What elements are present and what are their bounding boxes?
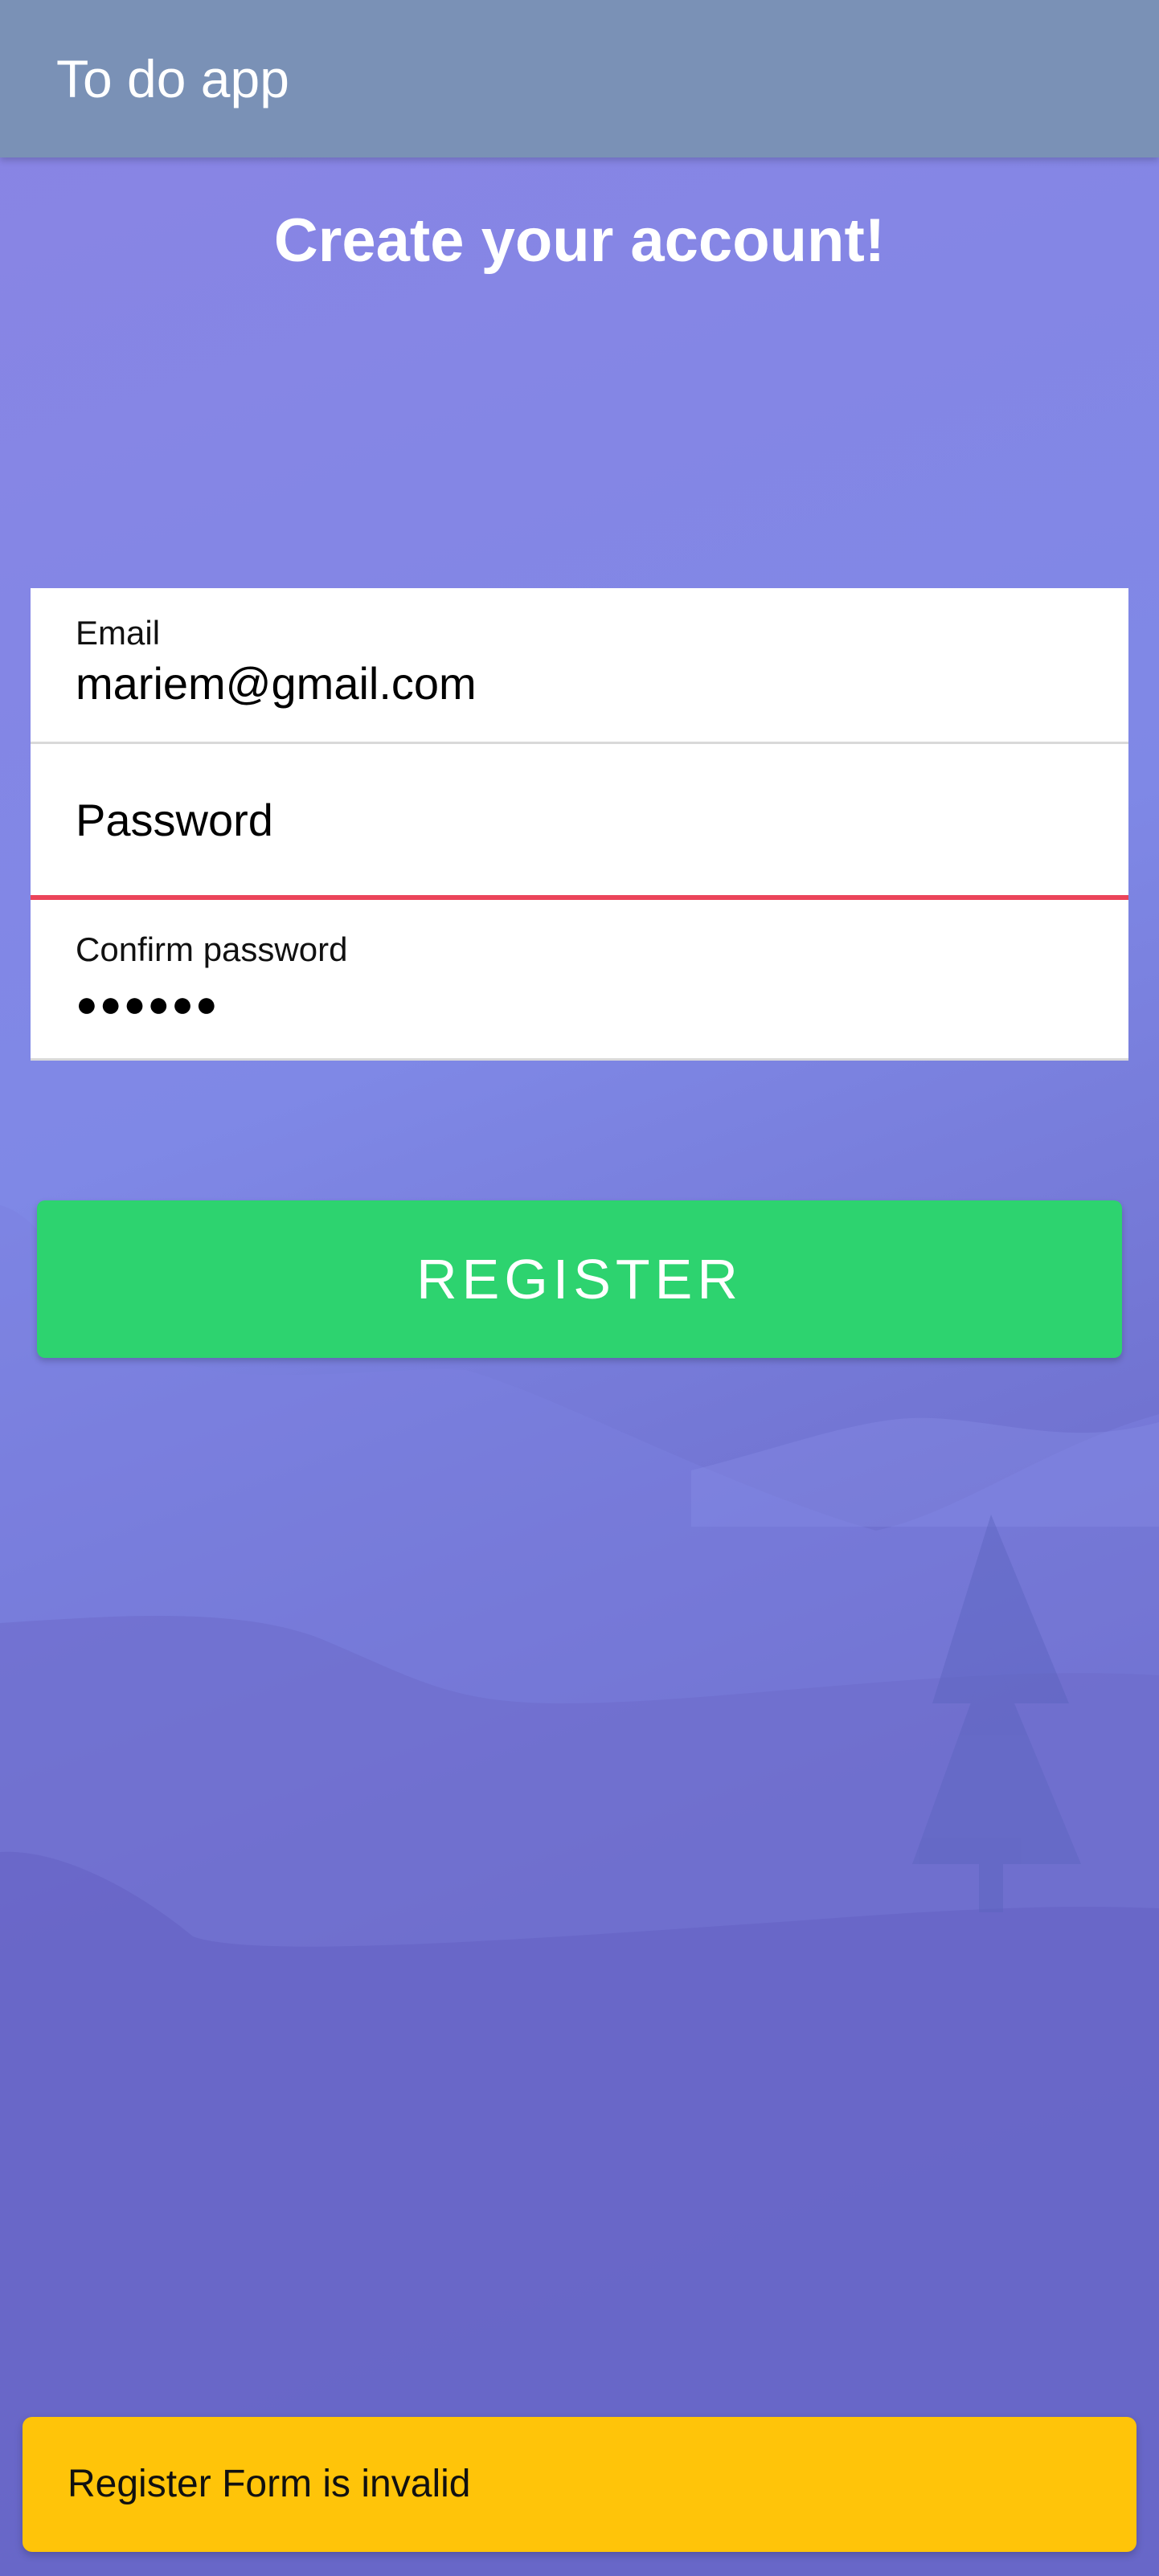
password-field[interactable]: Password — [31, 744, 1128, 900]
confirm-password-input[interactable]: ●●●●●● — [76, 982, 219, 1025]
toast-message: Register Form is invalid — [68, 2463, 471, 2505]
email-input[interactable]: mariem@gmail.com — [76, 657, 477, 709]
app-title: To do app — [56, 49, 289, 108]
app-toolbar: To do app — [0, 0, 1159, 157]
password-input[interactable]: Password — [76, 794, 273, 846]
register-button[interactable]: REGISTER — [37, 1200, 1122, 1358]
validation-toast: Register Form is invalid — [23, 2417, 1136, 2552]
page-title: Create your account! — [273, 206, 886, 275]
email-label: Email — [76, 614, 161, 652]
confirm-password-field[interactable]: Confirm password ●●●●●● — [31, 905, 1128, 1061]
confirm-password-label: Confirm password — [76, 930, 348, 968]
email-field[interactable]: Email mariem@gmail.com — [31, 588, 1128, 744]
register-form: Email mariem@gmail.com Password Confirm … — [31, 588, 1128, 1061]
